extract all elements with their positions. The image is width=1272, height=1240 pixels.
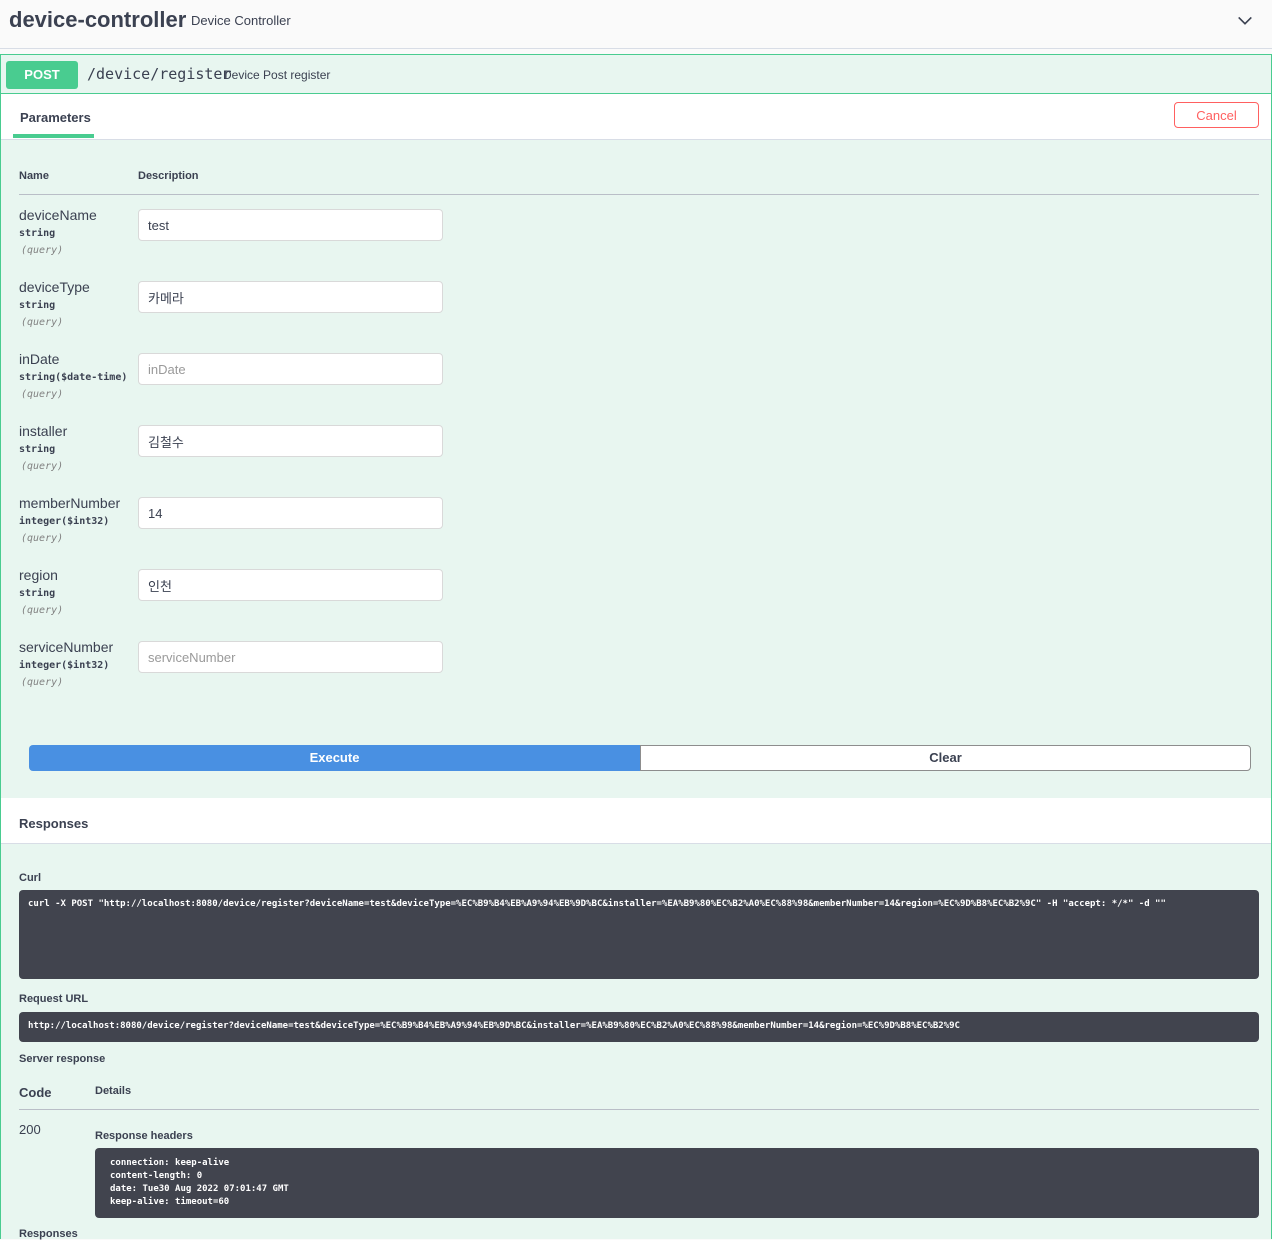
tag-header[interactable]: device-controller Device Controller [0,0,1272,49]
param-type: integer($int32) [19,516,110,527]
header-line: connection: keep-alive [110,1158,230,1168]
chevron-down-icon[interactable] [1236,12,1254,30]
param-type: string [19,300,56,311]
tag-title: device-controller [9,7,187,32]
operation-summary-text: Device Post register [223,68,331,82]
responses-title: Responses [19,816,89,831]
param-type: string [19,228,56,239]
operation-path: /device/register [87,65,232,83]
installer-input[interactable] [138,425,443,457]
request-url-box[interactable]: http://localhost:8080/device/register?de… [19,1012,1259,1042]
status-code: 200 [19,1122,41,1137]
divider [19,194,1259,195]
responses-footer-label: Responses [19,1228,78,1240]
header-line: keep-alive: timeout=60 [110,1197,230,1207]
param-location: (query) [21,677,64,688]
param-name: memberNumber [19,495,121,511]
header-line: content-length: 0 [110,1171,203,1181]
service-number-input[interactable] [138,641,443,673]
column-description-header: Description [138,170,199,182]
param-name: deviceType [19,279,90,295]
request-url-label: Request URL [19,993,89,1005]
param-location: (query) [21,245,64,256]
member-number-input[interactable] [138,497,443,529]
responses-bar: Responses [1,798,1271,844]
param-name: inDate [19,351,60,367]
operation-block: POST /device/register Device Post regist… [0,54,1272,1240]
clear-button[interactable]: Clear [640,745,1251,771]
param-type: string [19,588,56,599]
tab-parameters[interactable]: Parameters [13,94,94,138]
param-type: string($date-time) [19,372,128,383]
divider [19,1109,1259,1110]
code-column-header: Code [19,1085,52,1100]
in-date-input[interactable] [138,353,443,385]
param-name: installer [19,423,68,439]
param-type: integer($int32) [19,660,110,671]
curl-label: Curl [19,872,41,884]
execute-button[interactable]: Execute [29,745,640,771]
header-line: date: Tue30 Aug 2022 07:01:47 GMT [110,1184,289,1194]
param-location: (query) [21,389,64,400]
cancel-button[interactable]: Cancel [1174,102,1259,128]
parameters-bar: Parameters Cancel [1,94,1271,140]
details-column-header: Details [95,1085,132,1097]
tab-parameters-label: Parameters [20,110,91,125]
region-input[interactable] [138,569,443,601]
param-location: (query) [21,605,64,616]
param-name: serviceNumber [19,639,114,655]
param-name: deviceName [19,207,97,223]
server-response-label: Server response [19,1053,106,1065]
column-name-header: Name [19,170,49,182]
tag-description: Device Controller [191,13,291,28]
param-location: (query) [21,461,64,472]
response-headers-box[interactable]: connection: keep-alive content-length: 0 d… [95,1148,1259,1218]
response-headers-label: Response headers [95,1130,193,1142]
curl-command-box[interactable]: curl -X POST "http://localhost:8080/devi… [19,890,1259,979]
param-name: region [19,567,58,583]
device-type-input[interactable] [138,281,443,313]
device-name-input[interactable] [138,209,443,241]
param-type: string [19,444,56,455]
param-location: (query) [21,317,64,328]
param-location: (query) [21,533,64,544]
operation-summary[interactable]: POST /device/register Device Post regist… [1,55,1271,94]
method-badge: POST [6,61,78,89]
